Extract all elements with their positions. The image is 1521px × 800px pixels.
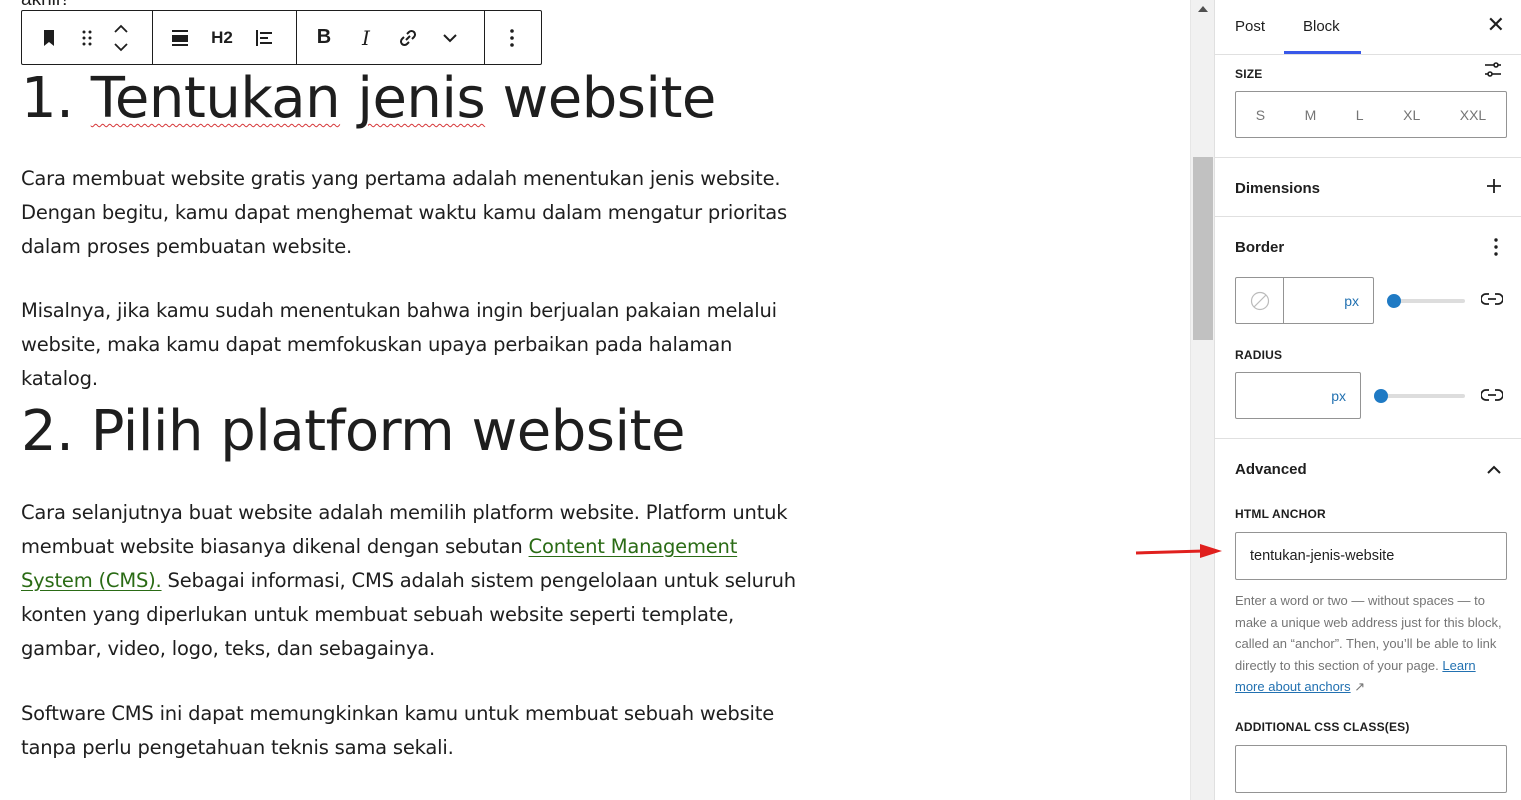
dimensions-section[interactable]: Dimensions (1215, 158, 1521, 217)
border-width-slider[interactable] (1393, 299, 1465, 303)
close-icon[interactable]: ✕ (1487, 14, 1505, 36)
misspelled-word: Tentukan (90, 66, 341, 131)
toolbar-group-block (22, 11, 153, 64)
html-anchor-value: tentukan-jenis-website (1250, 548, 1395, 564)
external-link-icon: ↗ (1354, 679, 1366, 694)
settings-sidebar: Post Block ✕ SIZE S M L XL XXL Dimension… (1214, 0, 1521, 800)
unlink-corners-icon[interactable] (1480, 388, 1504, 407)
chevron-down-icon[interactable] (431, 18, 469, 58)
radius-label: RADIUS (1235, 348, 1283, 362)
heading-rest: website (485, 66, 716, 131)
radius-unit[interactable]: px (1331, 388, 1346, 404)
active-tab-indicator (1284, 51, 1361, 54)
radius-slider[interactable] (1381, 394, 1465, 398)
border-options-icon[interactable] (1493, 237, 1499, 262)
heading-tentukan-jenis-website[interactable]: 1. Tentukan jenis website (21, 68, 716, 130)
size-label: SIZE (1235, 67, 1263, 81)
tab-block[interactable]: Block (1303, 18, 1340, 35)
size-section: SIZE S M L XL XXL (1215, 55, 1521, 158)
drag-handle-icon[interactable] (72, 18, 102, 58)
border-color-icon[interactable] (1236, 278, 1284, 323)
move-up-down-icon[interactable] (106, 18, 136, 58)
html-anchor-label: HTML ANCHOR (1235, 507, 1326, 521)
misspelled-word: jenis (357, 66, 486, 131)
toolbar-group-options (485, 11, 541, 64)
size-option-m[interactable]: M (1305, 107, 1317, 123)
heading-pilih-platform-website[interactable]: 2. Pilih platform website (21, 401, 685, 463)
plus-icon[interactable] (1485, 177, 1503, 200)
border-section: Border px RADIUS px (1215, 217, 1521, 439)
size-option-l[interactable]: L (1356, 107, 1364, 123)
bold-button[interactable]: B (305, 18, 343, 58)
size-option-s[interactable]: S (1256, 107, 1265, 123)
heading-number: 1. (21, 66, 91, 131)
anchor-help-text: Enter a word or two — without spaces — t… (1235, 590, 1507, 698)
size-option-xl[interactable]: XL (1403, 107, 1420, 123)
advanced-label[interactable]: Advanced (1235, 461, 1307, 478)
italic-button[interactable]: I (347, 18, 385, 58)
border-unit[interactable]: px (1344, 293, 1359, 309)
html-anchor-input[interactable]: tentukan-jenis-website (1235, 532, 1507, 580)
additional-css-input[interactable] (1235, 745, 1507, 793)
more-options-icon[interactable] (493, 18, 531, 58)
radius-input[interactable]: px (1235, 372, 1361, 419)
dimensions-label: Dimensions (1235, 180, 1321, 197)
scroll-up-arrow-icon[interactable] (1198, 6, 1208, 12)
border-slider-thumb[interactable] (1387, 294, 1401, 308)
settings-sliders-icon[interactable] (1483, 61, 1503, 84)
toolbar-group-style: H2 (153, 11, 297, 64)
radius-slider-thumb[interactable] (1374, 389, 1388, 403)
tab-post[interactable]: Post (1235, 18, 1265, 35)
text-align-icon[interactable] (245, 18, 283, 58)
sidebar-tabs: Post Block ✕ (1215, 0, 1521, 55)
editor-scrollbar[interactable] (1190, 0, 1214, 800)
paragraph-block[interactable]: Cara membuat website gratis yang pertama… (21, 162, 811, 264)
size-option-xxl[interactable]: XXL (1460, 107, 1486, 123)
scrollbar-thumb[interactable] (1193, 157, 1213, 340)
unlink-sides-icon[interactable] (1480, 292, 1504, 311)
toolbar-group-format: B I (297, 11, 485, 64)
paragraph-block[interactable]: Software CMS ini dapat memungkinkan kamu… (21, 697, 811, 765)
heading-level-button[interactable]: H2 (203, 18, 241, 58)
editor-canvas[interactable]: akhir! 1. Tentukan jenis website Cara me… (0, 0, 1190, 800)
size-toggle-group: S M L XL XXL (1235, 91, 1507, 138)
paragraph-block[interactable]: Misalnya, jika kamu sudah menentukan bah… (21, 294, 811, 396)
align-icon[interactable] (161, 18, 199, 58)
paragraph-block[interactable]: Cara selanjutnya buat website adalah mem… (21, 496, 811, 666)
link-icon[interactable] (389, 18, 427, 58)
border-width-input[interactable]: px (1235, 277, 1374, 324)
border-label: Border (1235, 239, 1285, 256)
chevron-up-icon[interactable] (1487, 462, 1501, 480)
bookmark-icon[interactable] (30, 18, 68, 58)
additional-css-label: ADDITIONAL CSS CLASS(ES) (1235, 720, 1410, 734)
block-toolbar: H2 B I (21, 10, 542, 65)
red-arrow-annotation-icon (1135, 544, 1222, 558)
